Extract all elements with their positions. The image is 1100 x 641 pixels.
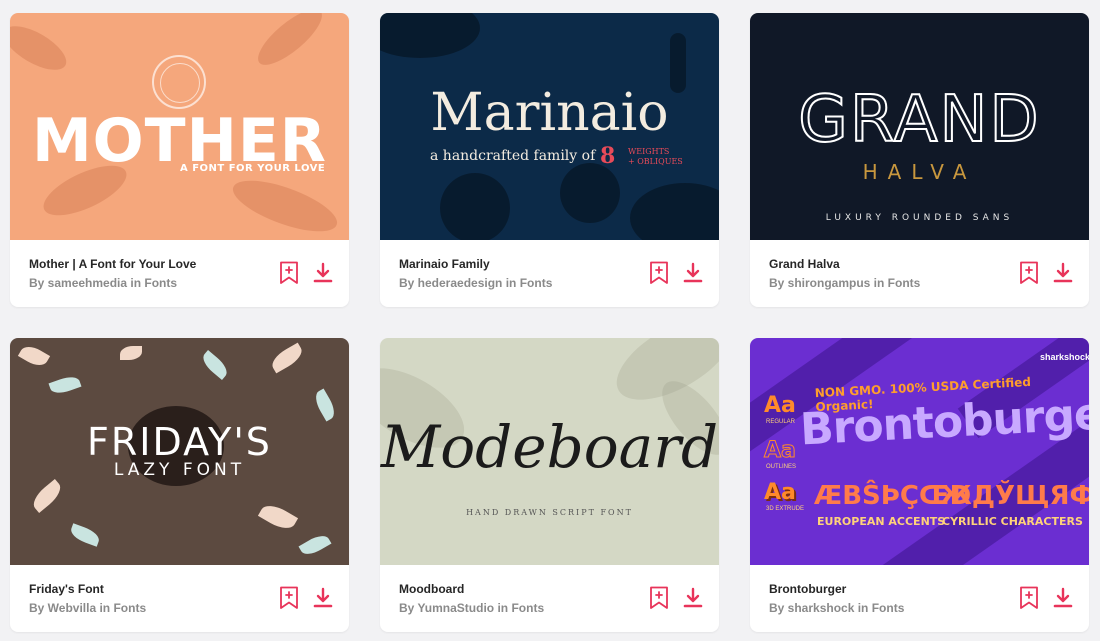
leaf-shadow [10,17,73,79]
card-byline[interactable]: By hederaedesign in Fonts [399,276,552,290]
style-label-outlines: OUTLINES [766,464,797,470]
download-icon[interactable] [682,587,704,609]
bookmark-add-icon[interactable] [279,261,299,285]
european-label: EUROPEAN ACCENTS [817,515,946,528]
card-info: Moodboard By YumnaStudio in Fonts [380,565,719,632]
download-icon[interactable] [1052,587,1074,609]
font-card[interactable]: Marinaio a handcrafted family of 8 WEIGH… [380,13,719,307]
card-title[interactable]: Friday's Font [29,582,104,596]
thumbnail-headline: Marinaio [430,83,669,143]
thumbnail-subtitle: A FONT FOR YOUR LOVE [180,163,326,174]
card-thumbnail[interactable]: GRAND HALVA LUXURY ROUNDED SANS [750,13,1089,240]
thumbnail-headline: Modeboard [380,413,719,481]
card-thumbnail[interactable]: sharkshock NON GMO. 100% USDA Certified … [750,338,1089,565]
leaf-shadow [227,170,343,240]
style-sample-regular: Aa [764,393,796,418]
card-byline[interactable]: By Webvilla in Fonts [29,601,146,615]
card-title[interactable]: Grand Halva [769,257,840,271]
card-thumbnail[interactable]: FRIDAY'S LAZY FONT [10,338,349,565]
leaf-decoration [257,500,299,534]
font-card[interactable]: MOTHER A FONT FOR YOUR LOVE Mother | A F… [10,13,349,307]
card-title[interactable]: Brontoburger [769,582,846,596]
thumbnail-subtitle: HAND DRAWN SCRIPT FONT [466,508,633,517]
weights-label: WEIGHTS [628,147,670,156]
bookmark-add-icon[interactable] [1019,261,1039,285]
card-byline[interactable]: By YumnaStudio in Fonts [399,601,544,615]
cyrillic-glyphs: ЖДЎЩЯФЗ [940,481,1089,511]
style-sample-outlines: Aa [764,438,797,464]
card-title[interactable]: Mother | A Font for Your Love [29,257,196,271]
bookmark-add-icon[interactable] [279,586,299,610]
leaf-decoration [17,342,51,370]
card-thumbnail[interactable]: Marinaio a handcrafted family of 8 WEIGH… [380,13,719,240]
thumbnail-headline: FRIDAY'S [87,420,272,464]
download-icon[interactable] [312,262,334,284]
font-card[interactable]: sharkshock NON GMO. 100% USDA Certified … [750,338,1089,632]
card-byline[interactable]: By sharkshock in Fonts [769,601,904,615]
leaf-decoration [298,531,332,559]
leaf-decoration [48,373,82,397]
download-icon[interactable] [312,587,334,609]
style-label-extrude: 3D EXTRUDE [766,506,805,512]
card-info: Friday's Font By Webvilla in Fonts [10,565,349,632]
card-info: Grand Halva By shirongampus in Fonts [750,240,1089,307]
thumbnail-subtitle: LAZY FONT [113,460,246,480]
bulb-silhouette [440,173,510,240]
thumbnail-weights: WEIGHTS + OBLIQUES [628,147,683,167]
bookmark-add-icon[interactable] [1019,586,1039,610]
card-thumbnail[interactable]: MOTHER A FONT FOR YOUR LOVE [10,13,349,240]
font-card[interactable]: FRIDAY'S LAZY FONT Friday's Font By Webv… [10,338,349,632]
hand-silhouette [380,13,480,58]
card-info: Mother | A Font for Your Love By sameehm… [10,240,349,307]
card-info: Brontoburger By sharkshock in Fonts [750,565,1089,632]
card-title[interactable]: Moodboard [399,582,464,596]
leaf-shadow [250,13,330,74]
card-info: Marinaio Family By hederaedesign in Font… [380,240,719,307]
card-byline[interactable]: By shirongampus in Fonts [769,276,920,290]
hand-silhouette [630,183,719,240]
font-card[interactable]: GRAND HALVA LUXURY ROUNDED SANS Grand Ha… [750,13,1089,307]
font-card[interactable]: Modeboard HAND DRAWN SCRIPT FONT Moodboa… [380,338,719,632]
thumbnail-subtitle: a handcrafted family of [430,148,596,164]
download-icon[interactable] [682,262,704,284]
obliques-label: + OBLIQUES [628,157,683,166]
brand-logo: sharkshock [1040,352,1089,362]
card-thumbnail[interactable]: Modeboard HAND DRAWN SCRIPT FONT [380,338,719,565]
leaf-decoration [28,478,66,514]
thumbnail-headline: GRAND [797,82,1041,158]
leaf-decoration [120,346,142,360]
card-title[interactable]: Marinaio Family [399,257,490,271]
leaf-decoration [311,388,339,422]
thumbnail-subtitle: LUXURY ROUNDED SANS [825,213,1014,223]
seal-emblem [152,55,206,109]
thumbnail-number: 8 [600,143,616,169]
style-sample-extrude: Aa [764,480,796,505]
card-byline[interactable]: By sameehmedia in Fonts [29,276,177,290]
bookmark-add-icon[interactable] [649,261,669,285]
leaf-decoration [268,342,306,374]
cyrillic-label: CYRILLIC CHARACTERS [942,515,1083,528]
style-label-regular: REGULAR [766,419,796,425]
leaf-decoration [199,349,231,381]
leaf-decoration [68,523,102,547]
bulb-silhouette [560,163,620,223]
download-icon[interactable] [1052,262,1074,284]
bookmark-add-icon[interactable] [649,586,669,610]
thumbnail-midline: HALVA [862,160,977,184]
